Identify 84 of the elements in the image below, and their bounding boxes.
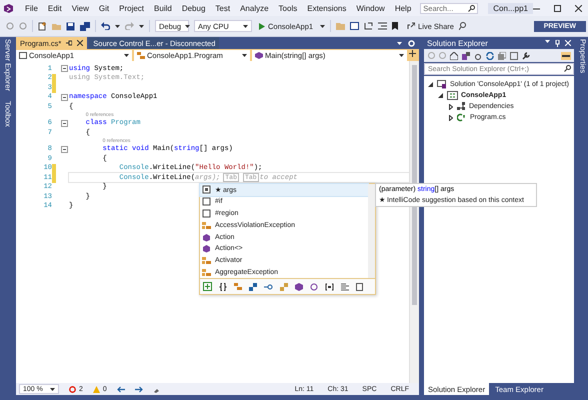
class-icon <box>202 268 211 277</box>
window-title: Con...pp1 <box>488 2 533 14</box>
dropdown-caret-icon[interactable] <box>185 24 190 28</box>
menu-item[interactable]: File <box>20 4 43 12</box>
method-icon <box>255 52 263 59</box>
expanded-arrow-icon[interactable] <box>438 93 444 98</box>
menu-item[interactable]: Window <box>351 4 390 12</box>
collapse-icon[interactable] <box>61 65 68 72</box>
settings-icon[interactable] <box>408 40 415 46</box>
collapse-icon[interactable] <box>61 94 68 101</box>
menu-item[interactable]: Project <box>114 4 150 12</box>
menu-item[interactable]: Debug <box>176 4 210 12</box>
close-icon[interactable] <box>574 4 582 12</box>
save-all-icon[interactable] <box>80 22 90 30</box>
panel-title: Solution Explorer <box>426 38 488 48</box>
sync-icon[interactable] <box>486 52 494 60</box>
dropdown-caret-icon[interactable] <box>124 54 129 57</box>
dropdown-caret-icon[interactable] <box>243 24 248 28</box>
field-icon <box>202 185 211 194</box>
menu-item[interactable]: Edit <box>42 4 67 12</box>
filter-icon[interactable] <box>474 52 482 60</box>
warning-icon <box>92 386 100 392</box>
collapse-icon[interactable] <box>61 120 68 127</box>
back-arrow-icon[interactable] <box>116 386 125 392</box>
play-icon <box>259 22 265 30</box>
field-icon[interactable] <box>325 282 334 291</box>
interface-icon[interactable] <box>264 282 273 291</box>
dropdown-caret-icon[interactable] <box>50 388 55 390</box>
menu-item[interactable]: Git <box>94 4 114 12</box>
class-icon[interactable] <box>234 282 242 291</box>
expander-icon[interactable] <box>203 282 212 292</box>
dropdown-caret-icon[interactable] <box>320 24 326 28</box>
expanded-arrow-icon[interactable] <box>428 82 434 87</box>
dropdown-caret-icon[interactable] <box>115 24 120 28</box>
solution-icon <box>436 80 447 89</box>
dependencies-icon <box>456 102 466 111</box>
event-icon[interactable] <box>310 282 318 291</box>
close-icon[interactable] <box>77 40 84 46</box>
search-icon <box>564 65 571 72</box>
undo-icon[interactable] <box>101 22 110 30</box>
window-icon[interactable] <box>350 22 360 30</box>
pin-icon[interactable] <box>66 40 72 46</box>
feedback-icon[interactable] <box>458 22 467 30</box>
menu-item[interactable]: Help <box>390 4 416 12</box>
app-logo-icon <box>3 2 14 14</box>
class-icon <box>137 52 145 59</box>
csharp-file-icon <box>456 113 467 122</box>
collapse-all-icon[interactable] <box>498 52 506 60</box>
menu-item[interactable]: Test <box>210 4 236 12</box>
keyword-icon[interactable] <box>356 282 363 291</box>
properties-icon[interactable] <box>522 52 530 60</box>
project-icon <box>446 91 458 100</box>
class-icon <box>202 256 211 266</box>
project-icon <box>19 52 27 59</box>
snippet-icon[interactable] <box>341 282 349 291</box>
class-icon <box>202 220 211 230</box>
add-icon[interactable] <box>408 50 416 57</box>
cube-icon[interactable] <box>295 282 303 291</box>
error-icon <box>69 386 76 392</box>
share-icon <box>407 22 416 30</box>
menu-item[interactable]: View <box>66 4 94 12</box>
menu-item[interactable]: Analyze <box>235 4 274 12</box>
save-icon[interactable] <box>66 22 75 30</box>
home-icon[interactable] <box>450 52 458 60</box>
forward-arrow-icon[interactable] <box>134 386 143 392</box>
menu-item[interactable]: Extensions <box>302 4 352 12</box>
struct-icon[interactable] <box>249 282 257 291</box>
maximize-icon[interactable] <box>554 4 561 12</box>
menu-item[interactable]: Build <box>149 4 177 12</box>
menu-item[interactable]: Tools <box>274 4 302 12</box>
dropdown-caret-icon[interactable] <box>139 24 144 28</box>
dropdown-caret-icon[interactable] <box>242 54 247 57</box>
braces-icon[interactable] <box>219 282 227 291</box>
collapse-icon[interactable] <box>61 146 68 153</box>
panel-menu-icon[interactable] <box>544 40 550 42</box>
dropdown-caret-icon[interactable] <box>398 54 404 57</box>
switch-views-icon[interactable] <box>462 52 470 60</box>
bookmark-icon[interactable] <box>392 22 398 30</box>
show-files-icon[interactable] <box>510 52 518 60</box>
preview-selected-icon[interactable] <box>562 52 570 58</box>
indent-icon[interactable] <box>378 22 388 30</box>
tab-list-icon[interactable] <box>396 42 402 44</box>
search-icon <box>468 4 476 12</box>
new-item-icon[interactable] <box>38 22 47 30</box>
